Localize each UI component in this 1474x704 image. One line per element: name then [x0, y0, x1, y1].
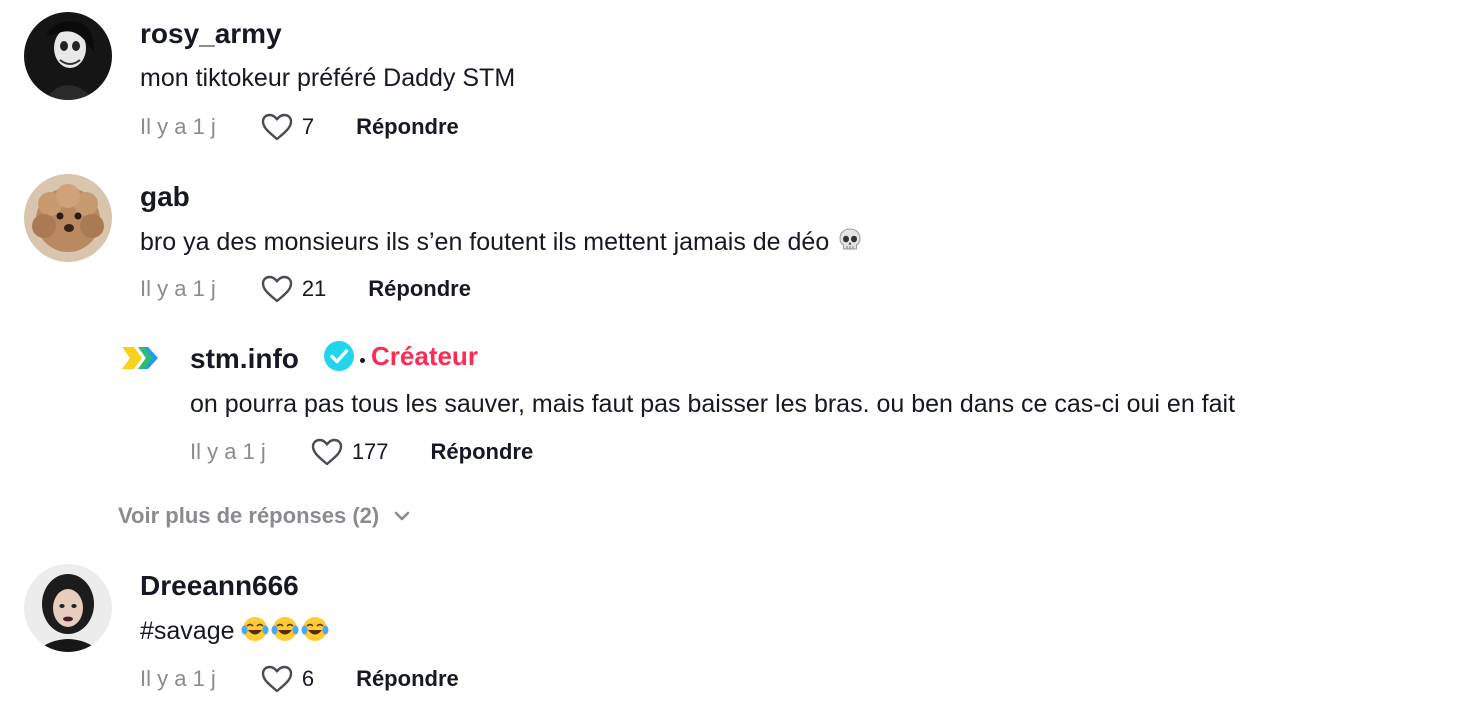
- chevron-down-icon: [394, 511, 410, 521]
- creator-logo[interactable]: [118, 342, 164, 374]
- comment-actions: Il y a 1 j 7 Répondre: [140, 110, 459, 144]
- heart-outline-icon: [261, 665, 293, 693]
- comment-actions: Il y a 1 j 6 Répondre: [140, 662, 459, 696]
- comment-text: mon tiktokeur préféré Daddy STM: [140, 64, 516, 92]
- avatar[interactable]: [24, 174, 112, 262]
- reply-username[interactable]: stm.info: [190, 343, 299, 375]
- creator-badge: Créateur: [322, 339, 478, 373]
- like-count: 6: [301, 666, 315, 691]
- face-with-tears-of-joy-emoji-icon: [241, 615, 331, 650]
- avatar[interactable]: [24, 564, 112, 652]
- avatar[interactable]: [24, 12, 112, 100]
- creator-label: Créateur: [371, 340, 478, 371]
- comment-text: bro ya des monsieurs ils s’en foutent il…: [140, 228, 830, 256]
- comment-actions: Il y a 1 j 21 Répondre: [140, 272, 471, 306]
- separator-dot: [360, 357, 365, 363]
- heart-outline-icon: [311, 438, 343, 466]
- like-count: 7: [301, 114, 315, 139]
- reply-button[interactable]: Répondre: [356, 114, 459, 140]
- like-button[interactable]: 177: [310, 437, 389, 467]
- like-button[interactable]: 6: [260, 664, 314, 694]
- reply-button[interactable]: Répondre: [356, 666, 459, 692]
- comment-text-row: bro ya des monsieurs ils s’en foutent il…: [140, 226, 864, 261]
- avatar-image: [24, 12, 112, 100]
- comment-username[interactable]: rosy_army: [140, 18, 282, 50]
- verified-check-icon: [324, 341, 354, 371]
- like-count: 21: [301, 276, 327, 301]
- skull-emoji-icon: [836, 226, 864, 261]
- like-count: 177: [351, 439, 389, 464]
- comment-timestamp: Il y a 1 j: [140, 114, 216, 139]
- reply-button[interactable]: Répondre: [431, 439, 534, 465]
- comment-text-row: #savage: [140, 615, 331, 650]
- avatar-image: [24, 174, 112, 262]
- heart-outline-icon: [261, 113, 293, 141]
- comment-username[interactable]: gab: [140, 181, 190, 213]
- view-more-replies-label: Voir plus de réponses (2): [118, 503, 380, 528]
- stm-logo-icon: [122, 347, 158, 369]
- like-button[interactable]: 21: [260, 274, 326, 304]
- reply-button[interactable]: Répondre: [368, 276, 471, 302]
- comment-text: #savage: [140, 617, 235, 645]
- reply-timestamp: Il y a 1 j: [190, 439, 266, 464]
- reply-actions: Il y a 1 j 177 Répondre: [190, 435, 533, 469]
- comment-timestamp: Il y a 1 j: [140, 666, 216, 691]
- view-more-replies-button[interactable]: Voir plus de réponses (2): [118, 503, 413, 529]
- avatar-image: [24, 564, 112, 652]
- heart-outline-icon: [261, 275, 293, 303]
- like-button[interactable]: 7: [260, 112, 314, 142]
- reply-text: on pourra pas tous les sauver, mais faut…: [190, 390, 1236, 418]
- comment-timestamp: Il y a 1 j: [140, 276, 216, 301]
- comment-username[interactable]: Dreeann666: [140, 570, 299, 602]
